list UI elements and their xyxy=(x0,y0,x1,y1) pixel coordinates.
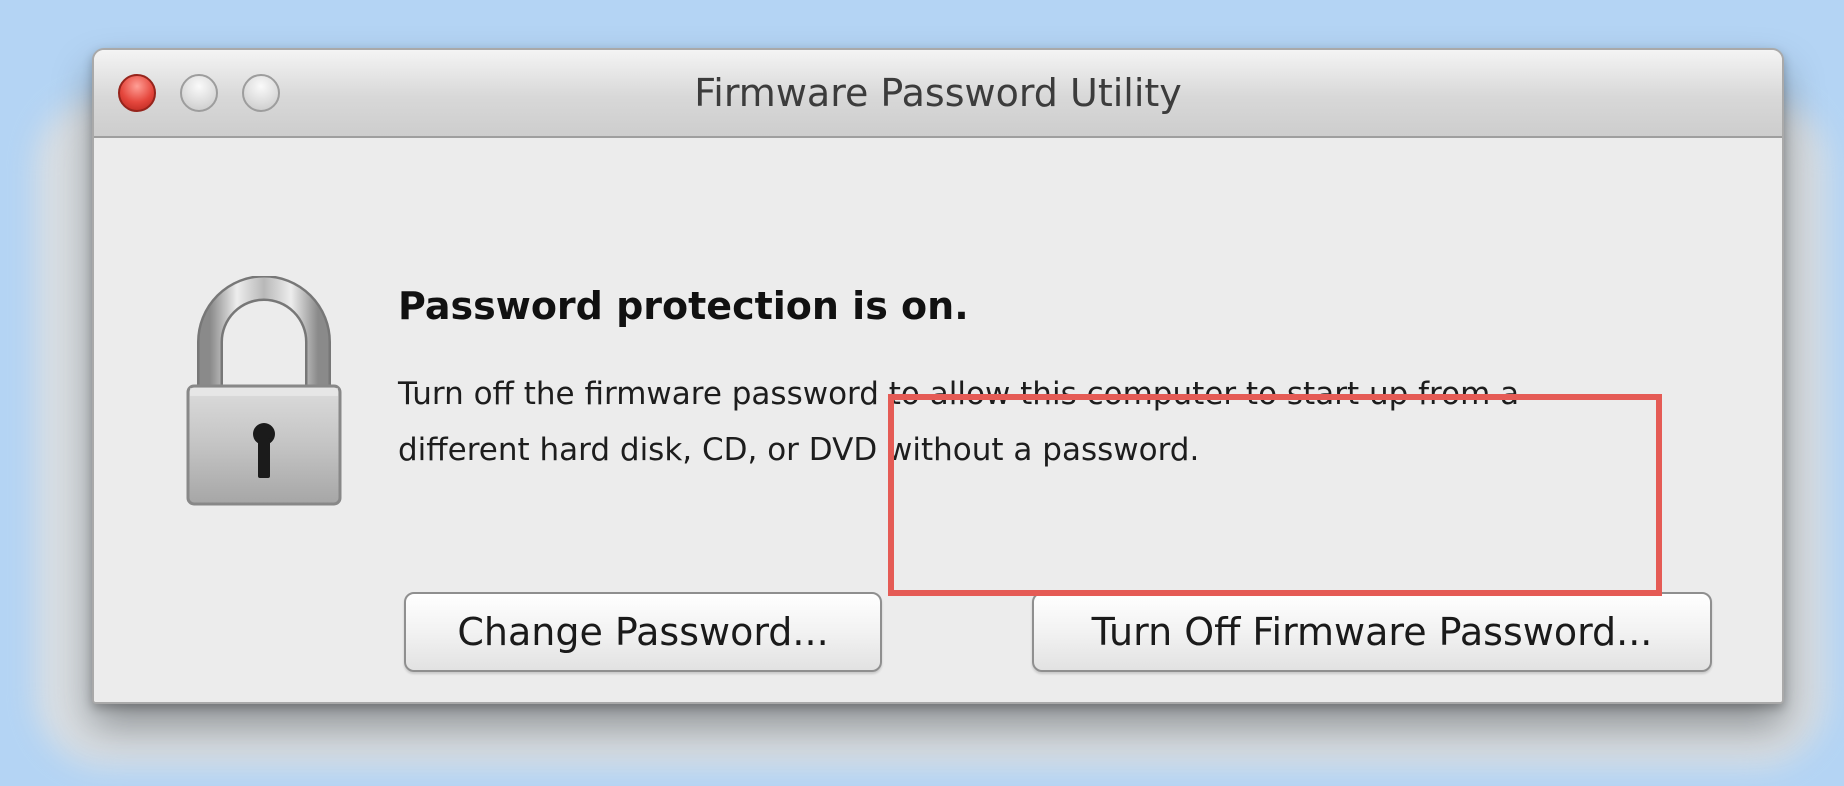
lock-icon xyxy=(186,276,342,506)
status-description: Turn off the firmware password to allow … xyxy=(398,376,1520,468)
status-heading: Password protection is on. xyxy=(398,284,969,328)
firmware-password-window: Firmware Password Utility Password prote… xyxy=(92,48,1784,704)
turn-off-firmware-password-button[interactable]: Turn Off Firmware Password... xyxy=(1032,592,1712,672)
title-bar[interactable]: Firmware Password Utility xyxy=(94,50,1782,138)
window-title: Firmware Password Utility xyxy=(694,71,1182,115)
change-password-button[interactable]: Change Password... xyxy=(404,592,882,672)
dialog-content: Password protection is on. Turn off the … xyxy=(94,138,1782,702)
